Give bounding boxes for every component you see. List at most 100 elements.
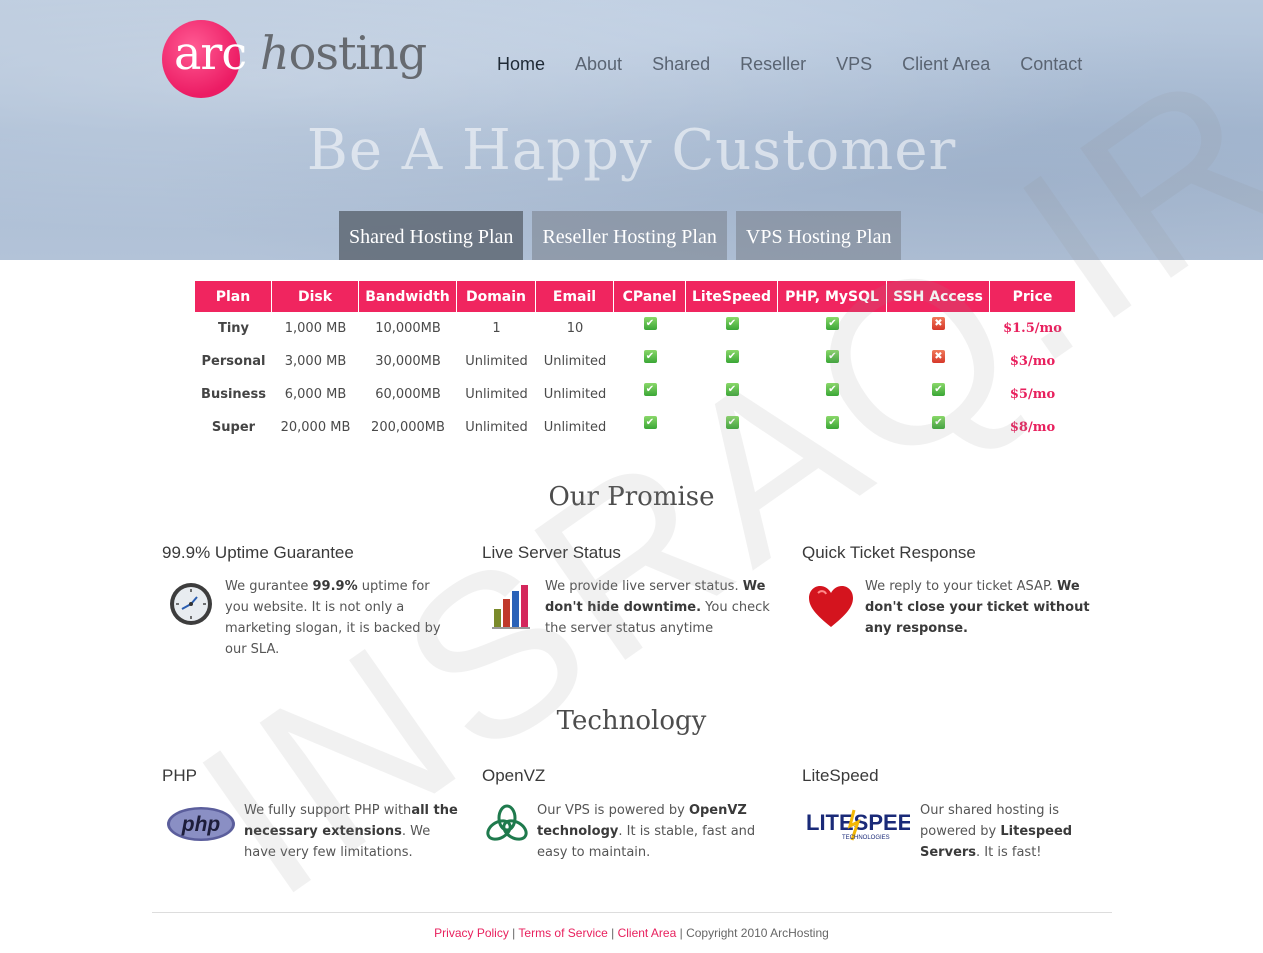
check-icon: ✔ (643, 317, 657, 330)
nav-reseller[interactable]: Reseller (740, 54, 806, 75)
cell-email: Unlimited (543, 354, 607, 369)
check-icon: ✔ (725, 350, 739, 363)
table-row: Business 6,000 MB 60,000MB Unlimited Unlimit… (195, 378, 1075, 411)
clock-icon (168, 581, 214, 631)
col-cpanel: CPanel (614, 281, 686, 312)
check-icon: ✔ (826, 416, 839, 429)
tech-text: Our shared hosting is powered by Litespe… (920, 803, 1073, 860)
tech-text: We fully support PHP withall the necessa… (244, 803, 458, 860)
nav-contact[interactable]: Contact (1020, 54, 1082, 75)
cell-price: $5/mo (1009, 387, 1056, 402)
check-icon: ✔ (826, 383, 839, 396)
pricing-body: Tiny 1,000 MB 10,000MB 1 10 ✔ ✔ ✔ ✖ $1.5/mo Person… (195, 312, 1075, 444)
check-icon: ✔ (643, 416, 657, 429)
cross-icon: ✖ (932, 350, 945, 363)
footer-link-privacy[interactable]: Privacy Policy (434, 926, 509, 940)
promise-text: We reply to your ticket ASAP. We don't c… (865, 579, 1090, 636)
main-nav: Home About Shared Reseller VPS Client Ar… (497, 54, 1112, 75)
cell-ssh: ✖ (887, 312, 990, 345)
cell-plan: Super (211, 420, 256, 435)
table-row: Tiny 1,000 MB 10,000MB 1 10 ✔ ✔ ✔ ✖ $1.5/mo (195, 312, 1075, 345)
promise-heading: 99.9% Uptime Guarantee (162, 543, 354, 562)
check-icon: ✔ (826, 350, 839, 363)
check-icon: ✔ (932, 416, 945, 429)
cell-plan: Personal (201, 354, 266, 369)
footer-link-terms[interactable]: Terms of Service (518, 926, 607, 940)
cell-ssh: ✔ (887, 378, 990, 411)
nav-vps[interactable]: VPS (836, 54, 872, 75)
cell-domain: 1 (492, 321, 501, 336)
check-icon: ✔ (725, 383, 739, 396)
cell-ssh: ✖ (887, 345, 990, 378)
col-ssh-access: SSH Access (887, 281, 990, 312)
cell-cpanel: ✔ (614, 345, 686, 378)
check-icon: ✔ (826, 317, 839, 330)
php-logo-icon: php (166, 806, 236, 846)
promise-heading: Live Server Status (482, 543, 621, 562)
pricing-header-row: Plan Disk Bandwidth Domain Email CPanel … (195, 281, 1075, 312)
col-email: Email (536, 281, 614, 312)
cell-php: ✔ (778, 345, 887, 378)
promise-title: Our Promise (548, 482, 715, 512)
nav-shared[interactable]: Shared (652, 54, 710, 75)
cross-icon: ✖ (932, 317, 945, 330)
col-php-mysql: PHP, MySQL (778, 281, 887, 312)
tab-reseller-hosting[interactable]: Reseller Hosting Plan (532, 211, 727, 260)
col-price: Price (990, 281, 1075, 312)
col-domain: Domain (457, 281, 536, 312)
cell-disk: 6,000 MB (284, 387, 347, 402)
site-logo[interactable]: arc hosting (162, 18, 432, 100)
promise-uptime: 99.9% Uptime Guarantee We gurantee 99.9%… (162, 543, 462, 657)
tech-php: PHP php We fully support PHP withall the… (162, 766, 462, 876)
tech-openvz: OpenVZ Our VPS is powered by OpenVZ tech… (482, 766, 782, 876)
promise-ticket-response: Quick Ticket Response We reply to your t… (802, 543, 1102, 653)
tab-vps-hosting[interactable]: VPS Hosting Plan (735, 211, 902, 260)
cell-cpanel: ✔ (614, 378, 686, 411)
check-icon: ✔ (643, 383, 657, 396)
technology-title: Technology (556, 706, 707, 736)
cell-ssh: ✔ (887, 411, 990, 444)
cell-bandwidth: 60,000MB (375, 387, 441, 402)
cell-litespeed: ✔ (686, 345, 778, 378)
cell-plan: Business (201, 387, 266, 402)
cell-litespeed: ✔ (686, 411, 778, 444)
cell-disk: 3,000 MB (284, 354, 347, 369)
cell-cpanel: ✔ (614, 411, 686, 444)
tech-heading: LiteSpeed (802, 766, 879, 785)
cell-disk: 1,000 MB (284, 321, 347, 336)
cell-price: $3/mo (1009, 354, 1056, 369)
tech-litespeed: LiteSpeed LITESPEED TECHNOLOGIES Our sha… (802, 766, 1102, 876)
promise-server-status: Live Server Status We provide live serve… (482, 543, 782, 653)
cell-php: ✔ (778, 411, 887, 444)
table-row: Super 20,000 MB 200,000MB Unlimited Unlimite… (195, 411, 1075, 444)
logo-prefix: arc (174, 26, 247, 80)
cell-bandwidth: 10,000MB (375, 321, 441, 336)
plan-tabs: Shared Hosting Plan Reseller Hosting Pla… (339, 211, 910, 260)
nav-client-area[interactable]: Client Area (902, 54, 990, 75)
pricing-table: Plan Disk Bandwidth Domain Email CPanel … (195, 281, 1075, 444)
cell-plan: Tiny (217, 321, 250, 336)
nav-home[interactable]: Home (497, 54, 545, 75)
cell-price: $8/mo (1009, 420, 1056, 435)
cell-litespeed: ✔ (686, 378, 778, 411)
promise-text: We provide live server status. We don't … (545, 579, 770, 636)
footer-link-client-area[interactable]: Client Area (618, 926, 677, 940)
cell-domain: Unlimited (465, 420, 528, 435)
check-icon: ✔ (643, 350, 657, 363)
cell-php: ✔ (778, 312, 887, 345)
header-banner: arc hosting Home About Shared Reseller V… (0, 0, 1263, 260)
tech-text: Our VPS is powered by OpenVZ technology.… (537, 803, 756, 860)
tab-shared-hosting[interactable]: Shared Hosting Plan (339, 211, 524, 260)
table-row: Personal 3,000 MB 30,000MB Unlimited Unlimit… (195, 345, 1075, 378)
col-litespeed: LiteSpeed (686, 281, 778, 312)
cell-domain: Unlimited (465, 387, 528, 402)
promise-text: We gurantee 99.9% uptime for you website… (225, 579, 441, 657)
svg-text:TECHNOLOGIES: TECHNOLOGIES (842, 835, 890, 841)
cell-bandwidth: 30,000MB (375, 354, 441, 369)
footer: Privacy Policy | Terms of Service | Clie… (434, 926, 829, 940)
cell-email: Unlimited (543, 387, 607, 402)
logo-suffix: hosting (260, 26, 427, 80)
cell-domain: Unlimited (465, 354, 528, 369)
svg-text:php: php (181, 813, 221, 836)
nav-about[interactable]: About (575, 54, 622, 75)
